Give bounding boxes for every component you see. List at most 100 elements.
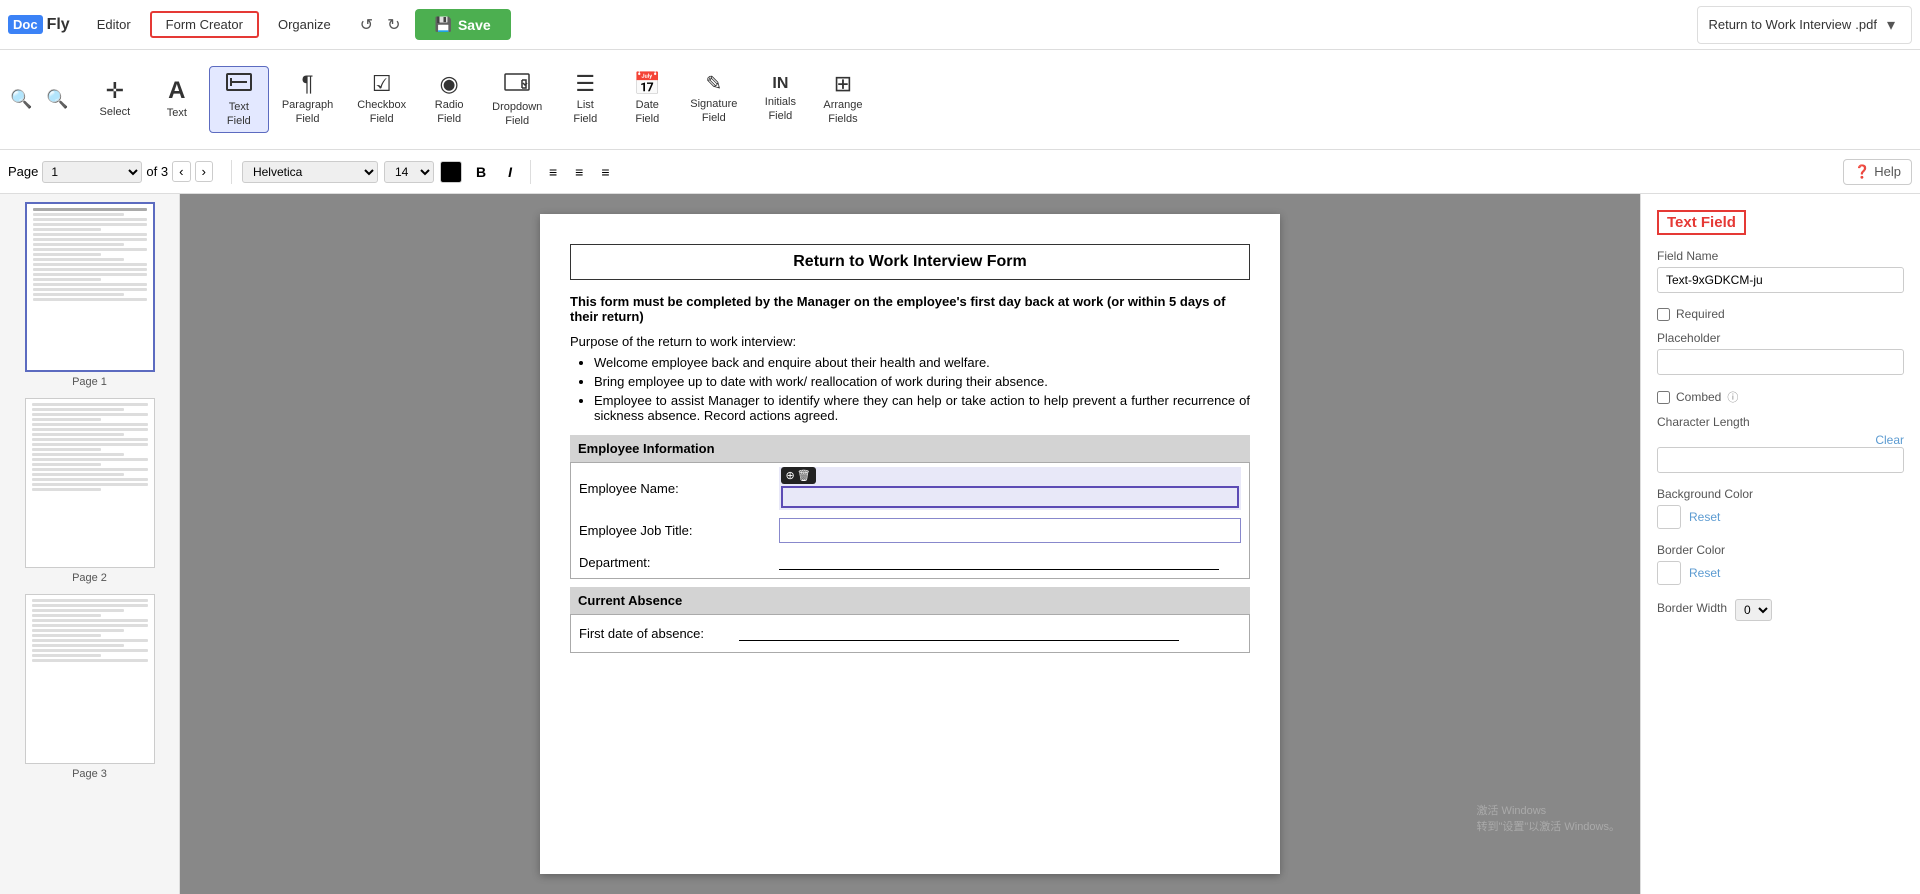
tool-checkbox-label: CheckboxField [357, 99, 406, 125]
separator2 [530, 160, 531, 184]
table-row-job-title: Employee Job Title: [571, 514, 1250, 547]
thumbnail-page2[interactable]: Page 2 [8, 398, 171, 584]
font-family-select[interactable]: HelveticaArialTimes New Roman [242, 161, 378, 183]
file-ext: .pdf [1855, 17, 1877, 32]
file-dropdown-button[interactable]: ▾ [1881, 11, 1901, 39]
organize-nav[interactable]: Organize [263, 12, 346, 37]
arrange-icon: ⊞ [834, 73, 852, 95]
bold-button[interactable]: B [468, 161, 494, 183]
separator1 [231, 160, 232, 184]
tool-text[interactable]: A Text [147, 74, 207, 125]
tool-signature[interactable]: ✎ SignatureField [679, 69, 748, 129]
border-width-select[interactable]: 0123 [1735, 599, 1772, 621]
tool-text-label: Text [167, 107, 187, 120]
tool-select[interactable]: ✛ Select [85, 75, 145, 124]
checkbox-icon: ☑ [372, 73, 392, 95]
border-color-label: Border Color [1657, 543, 1904, 557]
logo: Doc Fly [8, 15, 70, 34]
tool-paragraph[interactable]: ¶ ParagraphField [271, 68, 344, 130]
bullet-list: Welcome employee back and enquire about … [570, 355, 1250, 423]
thumb-frame-2 [25, 398, 155, 568]
employee-name-field-cell: ⊕ 🗑 [771, 463, 1250, 515]
required-checkbox[interactable] [1657, 308, 1670, 321]
section-absence-header: Current Absence [570, 587, 1250, 614]
tool-list[interactable]: ☰ ListField [555, 68, 615, 130]
zoom-in-button[interactable]: 🔍 [40, 85, 74, 114]
reset-border-button[interactable]: Reset [1689, 566, 1720, 580]
field-name-input[interactable] [1657, 267, 1904, 293]
right-panel: Text Field Field Name Required Placehold… [1640, 194, 1920, 894]
help-icon: ❓ [1854, 164, 1870, 180]
page-canvas: Return to Work Interview Form This form … [540, 214, 1280, 874]
bg-color-label: Background Color [1657, 487, 1904, 501]
align-right-button[interactable]: ≡ [593, 161, 617, 183]
department-field-cell [771, 547, 1250, 579]
align-left-button[interactable]: ≡ [541, 161, 565, 183]
bullet-item-1: Welcome employee back and enquire about … [594, 355, 1250, 370]
department-label: Department: [571, 547, 771, 579]
job-title-label: Employee Job Title: [571, 514, 771, 547]
save-icon: 💾 [435, 16, 452, 33]
tool-radio[interactable]: ◉ RadioField [419, 68, 479, 130]
thumbnail-page1[interactable]: Page 1 [8, 202, 171, 388]
page-nav: Page 123 of 3 ‹ › [8, 161, 213, 183]
char-length-input[interactable] [1657, 447, 1904, 473]
page-label: Page [8, 164, 38, 179]
first-absence-underline [739, 623, 1179, 641]
redo-button[interactable]: ↻ [381, 11, 406, 39]
paragraph-icon: ¶ [302, 73, 314, 95]
zoom-buttons: 🔍 🔍 [4, 85, 75, 114]
page-content-area: Return to Work Interview Form This form … [180, 194, 1640, 894]
main-layout: Page 1 [0, 194, 1920, 894]
combed-info-icon[interactable]: ⓘ [1727, 389, 1738, 405]
tool-text-field-label: TextField [227, 101, 251, 127]
page-number-select[interactable]: 123 [42, 161, 142, 183]
thumb-frame-1 [25, 202, 155, 372]
reset-bg-button[interactable]: Reset [1689, 510, 1720, 524]
save-button[interactable]: 💾 Save [415, 9, 511, 40]
font-size-select[interactable]: 1410121618 [384, 161, 434, 183]
border-color-swatch[interactable] [1657, 561, 1681, 585]
tool-checkbox[interactable]: ☑ CheckboxField [346, 68, 417, 130]
placeholder-input[interactable] [1657, 349, 1904, 375]
help-button[interactable]: ❓ Help [1843, 159, 1912, 185]
initials-icon: IN [772, 76, 788, 92]
next-page-button[interactable]: › [195, 161, 213, 182]
combed-checkbox[interactable] [1657, 391, 1670, 404]
form-creator-nav[interactable]: Form Creator [150, 11, 259, 38]
tool-date-label: DateField [635, 99, 659, 125]
bg-color-row: Background Color Reset [1657, 487, 1904, 529]
tool-paragraph-label: ParagraphField [282, 99, 333, 125]
bullet-item-2: Bring employee up to date with work/ rea… [594, 374, 1250, 389]
char-length-label: Character Length [1657, 415, 1904, 429]
tool-arrange[interactable]: ⊞ ArrangeFields [812, 68, 873, 130]
text-color-picker[interactable] [440, 161, 462, 183]
align-center-button[interactable]: ≡ [567, 161, 591, 183]
clear-button[interactable]: Clear [1875, 433, 1904, 447]
tool-initials[interactable]: IN InitialsField [750, 71, 810, 127]
thumbnail-page3[interactable]: Page 3 [8, 594, 171, 780]
file-info: Return to Work Interview .pdf ▾ [1697, 6, 1912, 44]
job-title-input[interactable] [779, 518, 1242, 543]
panel-title: Text Field [1657, 210, 1746, 235]
field-name-row: Field Name [1657, 249, 1904, 293]
italic-button[interactable]: I [500, 161, 520, 183]
undo-button[interactable]: ↺ [354, 11, 379, 39]
border-color-control: Reset [1657, 561, 1904, 585]
editor-nav[interactable]: Editor [82, 12, 146, 37]
border-width-label: Border Width [1657, 601, 1727, 615]
text-field-input[interactable] [781, 486, 1240, 508]
zoom-out-button[interactable]: 🔍 [4, 85, 38, 114]
tool-dropdown-label: DropdownField [492, 101, 542, 127]
placeholder-label: Placeholder [1657, 331, 1904, 345]
tool-date[interactable]: 📅 DateField [617, 68, 677, 130]
bg-color-control: Reset [1657, 505, 1904, 529]
prev-page-button[interactable]: ‹ [172, 161, 190, 182]
tool-text-field[interactable]: TextField [209, 66, 269, 132]
formatbar: Page 123 of 3 ‹ › HelveticaArialTimes Ne… [0, 150, 1920, 194]
field-drag-handle[interactable]: ⊕ 🗑 [781, 467, 816, 484]
table-row-employee-name: Employee Name: ⊕ 🗑 [571, 463, 1250, 515]
bg-color-swatch[interactable] [1657, 505, 1681, 529]
employee-name-label: Employee Name: [571, 463, 771, 515]
tool-dropdown[interactable]: DropdownField [481, 66, 553, 132]
